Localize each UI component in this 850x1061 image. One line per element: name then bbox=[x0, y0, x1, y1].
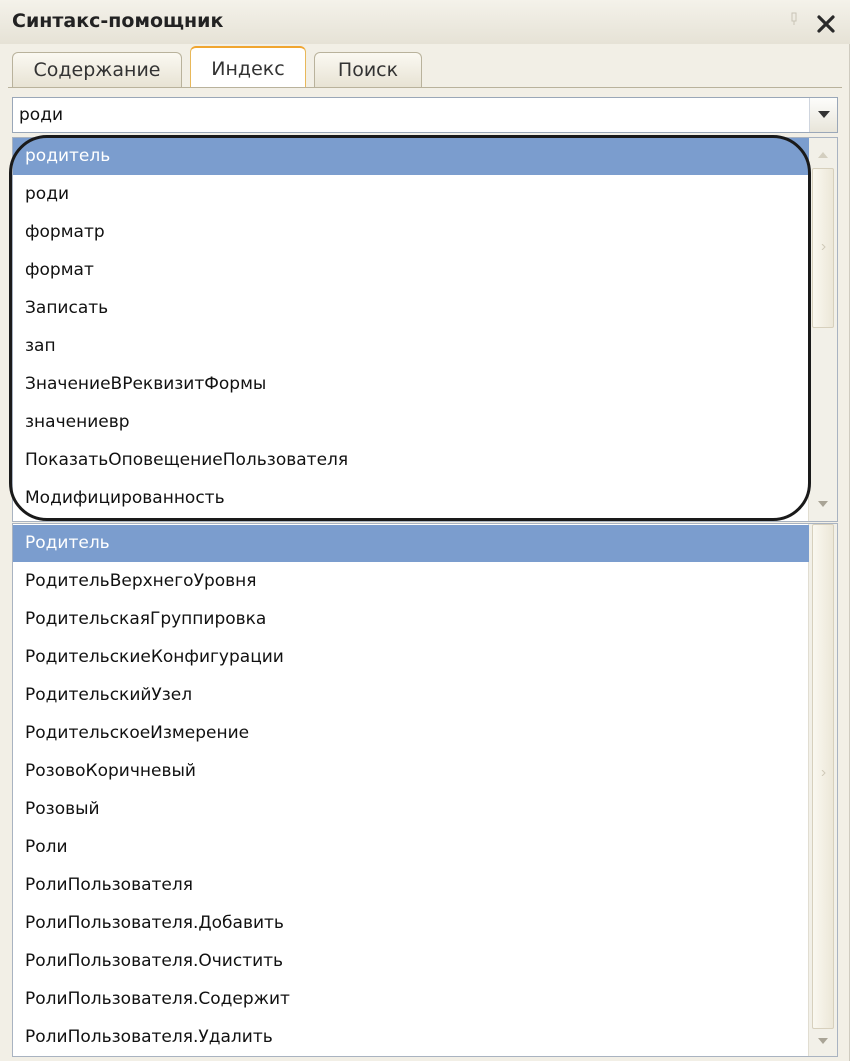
result-item[interactable]: РолиПользователя.Содержит bbox=[13, 981, 809, 1018]
suggestion-item[interactable]: Модифицированность bbox=[13, 480, 809, 517]
suggestion-item[interactable]: роди bbox=[13, 176, 809, 213]
suggestion-item[interactable]: зап bbox=[13, 328, 809, 365]
suggestion-item[interactable]: ПоказатьОповещениеПользователя bbox=[13, 442, 809, 479]
result-item[interactable]: РолиПользователя bbox=[13, 867, 809, 904]
suggestion-dropdown: родитель роди форматр формат Записать зап Знач… bbox=[12, 137, 838, 522]
result-item[interactable]: РолиПользователя.Добавить bbox=[13, 905, 809, 942]
scroll-up-arrow[interactable] bbox=[812, 144, 834, 166]
syntax-helper-panel: Синтакс-помощник Содержание Индекс Поиск bbox=[0, 0, 850, 1061]
suggestion-item[interactable]: формат bbox=[13, 252, 809, 289]
result-item[interactable]: Родитель bbox=[13, 525, 809, 562]
tab-index[interactable]: Индекс bbox=[190, 46, 306, 88]
results-scrollbar[interactable] bbox=[808, 524, 837, 1056]
index-search-combobox[interactable] bbox=[12, 97, 838, 133]
result-item[interactable]: РолиПользователя.Удалить bbox=[13, 1019, 809, 1056]
scroll-down-arrow[interactable] bbox=[812, 493, 834, 515]
close-icon[interactable] bbox=[816, 14, 836, 34]
title-bar: Синтакс-помощник bbox=[0, 0, 850, 44]
scroll-down-arrow[interactable] bbox=[812, 1030, 834, 1052]
window-title: Синтакс-помощник bbox=[12, 10, 224, 32]
result-item[interactable]: Розовый bbox=[13, 791, 809, 828]
suggestion-item[interactable]: значениевр bbox=[13, 404, 809, 441]
result-item[interactable]: РодительскоеИзмерение bbox=[13, 715, 809, 752]
suggestion-item[interactable]: форматр bbox=[13, 214, 809, 251]
result-item[interactable]: РодительскиеКонфигурации bbox=[13, 639, 809, 676]
tab-search[interactable]: Поиск bbox=[314, 52, 422, 88]
chevron-down-icon bbox=[818, 111, 830, 118]
tab-bar: Содержание Индекс Поиск bbox=[0, 46, 850, 88]
result-item[interactable]: Роли bbox=[13, 829, 809, 866]
results-scroll-thumb[interactable] bbox=[812, 524, 834, 1029]
index-results-list: Родитель РодительВерхнегоУровня Родительск… bbox=[12, 523, 838, 1057]
suggestion-item[interactable]: Записать bbox=[13, 290, 809, 327]
result-item[interactable]: РодительВерхнегоУровня bbox=[13, 563, 809, 600]
pin-icon[interactable] bbox=[790, 12, 798, 26]
result-item[interactable]: РозовоКоричневый bbox=[13, 753, 809, 790]
tab-divider bbox=[8, 87, 842, 88]
result-item[interactable]: РодительскаяГруппировка bbox=[13, 601, 809, 638]
dropdown-button[interactable] bbox=[809, 98, 837, 132]
dropdown-scroll-thumb[interactable] bbox=[812, 168, 834, 328]
result-item[interactable]: РолиПользователя.Очистить bbox=[13, 943, 809, 980]
result-item[interactable]: РодительскийУзел bbox=[13, 677, 809, 714]
search-input[interactable] bbox=[13, 98, 803, 132]
tab-contents[interactable]: Содержание bbox=[12, 52, 182, 88]
suggestion-item[interactable]: ЗначениеВРеквизитФормы bbox=[13, 366, 809, 403]
dropdown-scrollbar[interactable] bbox=[808, 138, 837, 521]
suggestion-item[interactable]: родитель bbox=[13, 138, 809, 175]
